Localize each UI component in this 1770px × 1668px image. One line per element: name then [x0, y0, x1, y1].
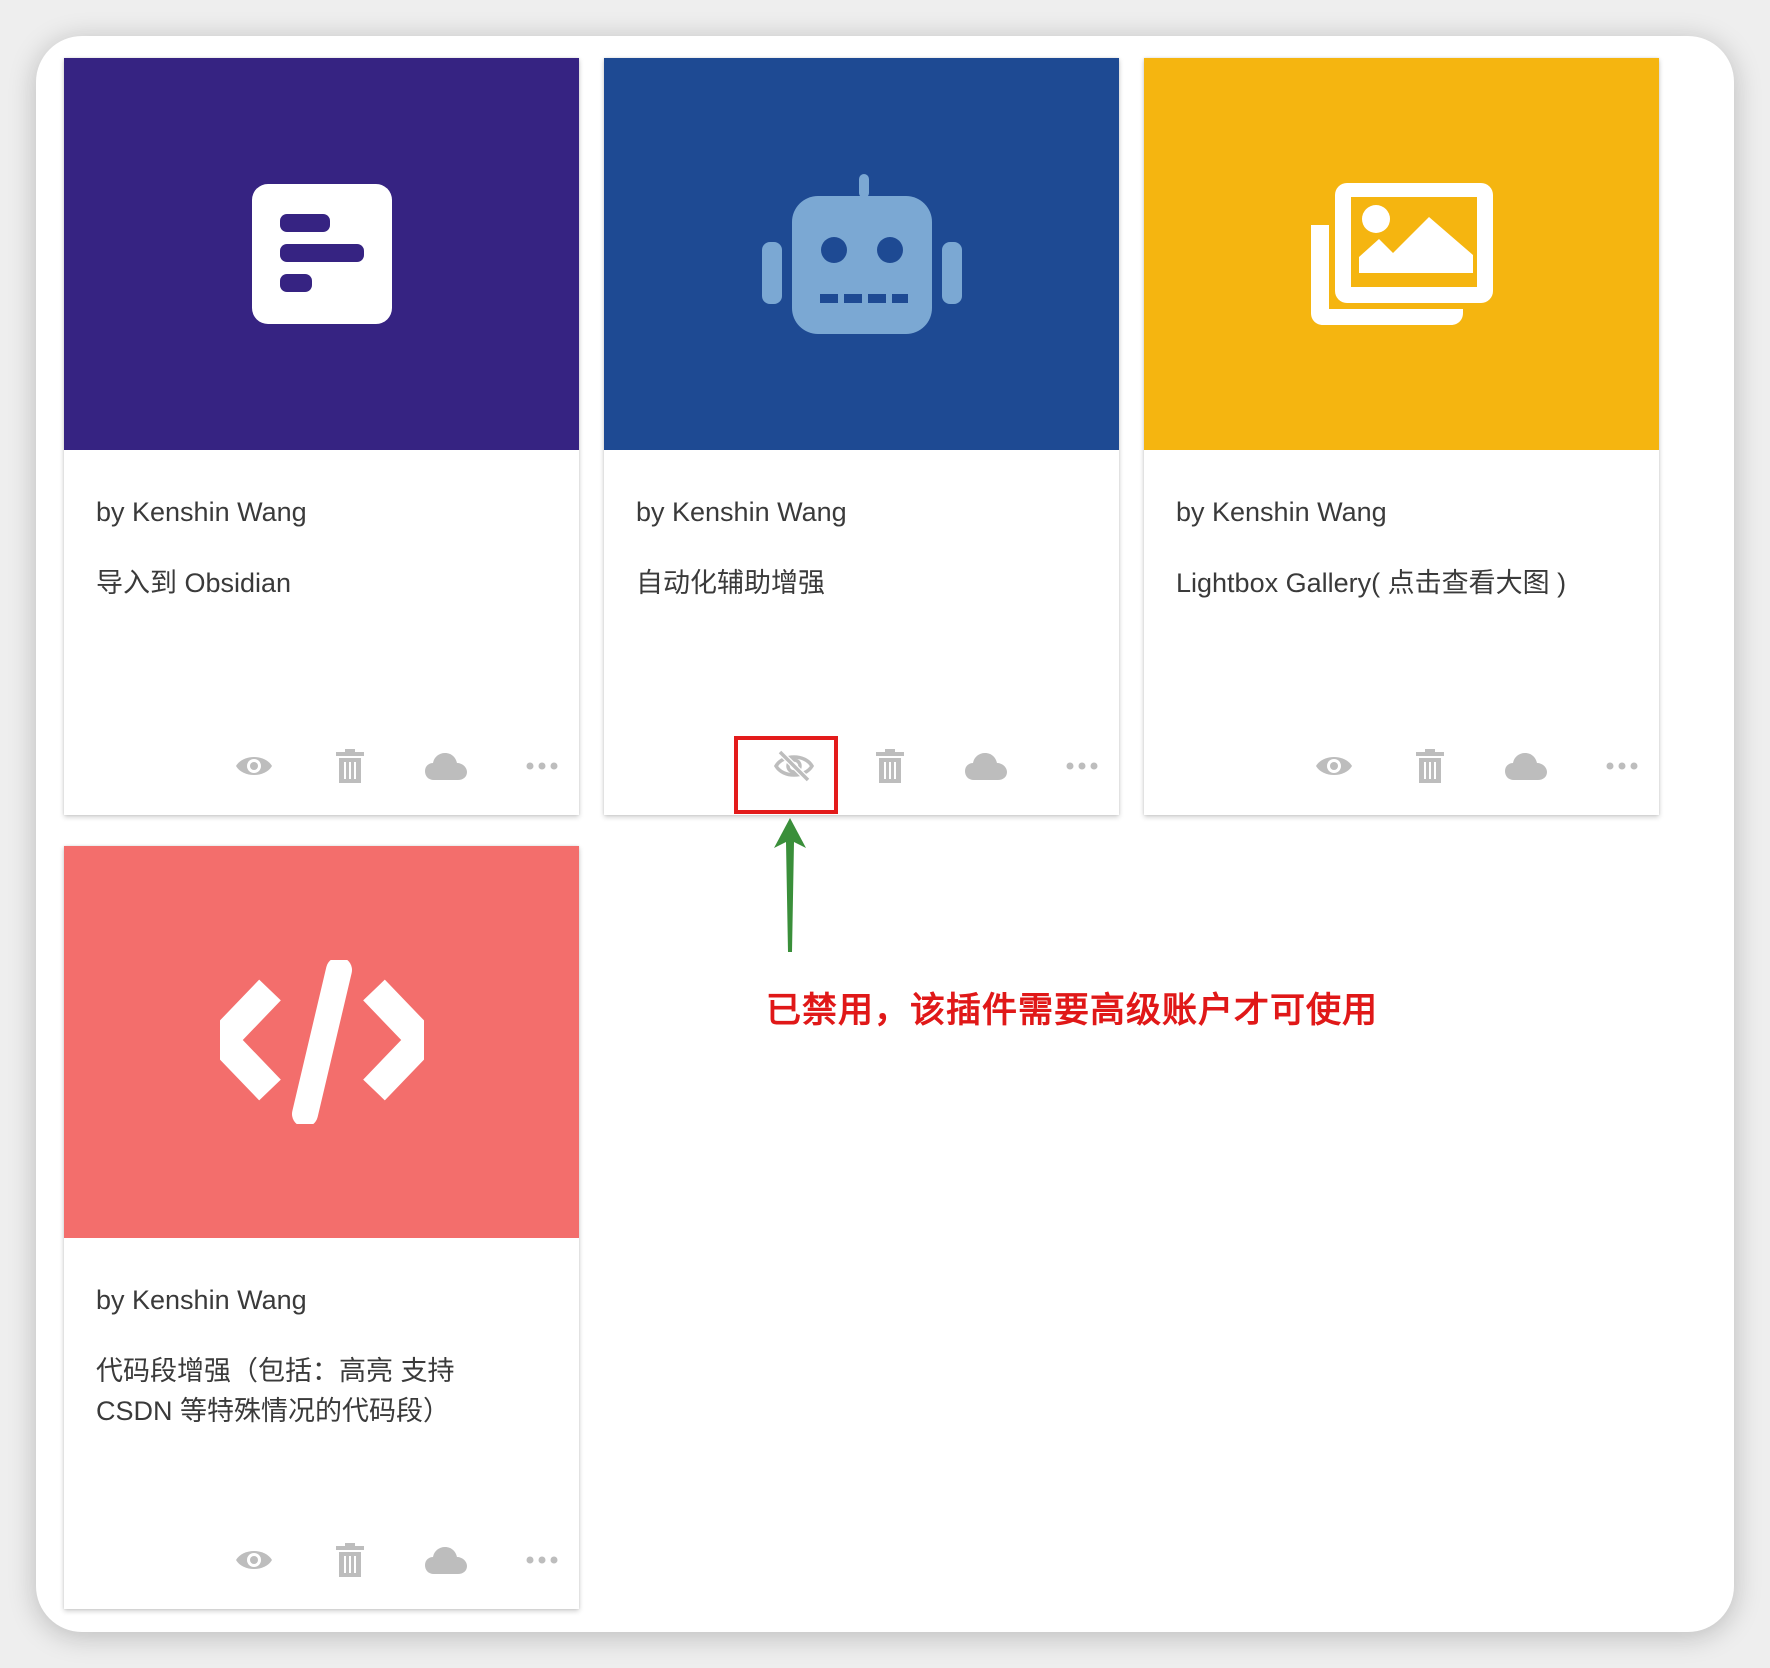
card-actions [604, 738, 1119, 794]
images-icon [1310, 183, 1493, 325]
more-button[interactable] [1054, 738, 1110, 794]
eye-icon [236, 757, 272, 775]
card-author: by Kenshin Wang [96, 1285, 307, 1315]
card-actions [64, 1532, 579, 1588]
trash-icon [1416, 749, 1444, 783]
card-hero [64, 846, 579, 1238]
plugin-card-lightbox[interactable]: by Kenshin Wang Lightbox Gallery( 点击查看大图… [1144, 58, 1659, 815]
obsidian-document-icon [251, 184, 392, 324]
cloud-icon [965, 753, 1007, 780]
card-author: by Kenshin Wang [96, 497, 307, 527]
cloud-icon [1505, 753, 1547, 780]
sync-button[interactable] [418, 738, 474, 794]
card-hero [64, 58, 579, 450]
sync-button[interactable] [1498, 738, 1554, 794]
delete-button[interactable] [322, 738, 378, 794]
eye-icon [1316, 757, 1352, 775]
more-icon [526, 1556, 558, 1564]
card-description: Lightbox Gallery( 点击查看大图 ) [1176, 568, 1567, 598]
card-hero [1144, 58, 1659, 450]
card-description: 代码段增强（包括：高亮 支持 CSDN 等特殊情况的代码段） [96, 1356, 455, 1426]
annotation-arrow [774, 818, 806, 952]
more-button[interactable] [514, 738, 570, 794]
card-author: by Kenshin Wang [636, 497, 847, 527]
card-actions [1144, 738, 1659, 794]
sync-button[interactable] [958, 738, 1014, 794]
preview-button[interactable] [226, 738, 282, 794]
preview-button[interactable] [226, 1532, 282, 1588]
more-icon [1066, 762, 1098, 770]
trash-icon [336, 1543, 364, 1577]
card-description: 导入到 Obsidian [96, 568, 292, 598]
annotation-highlight-box [734, 736, 838, 814]
eye-icon [236, 1551, 272, 1569]
card-author: by Kenshin Wang [1176, 497, 1387, 527]
delete-button[interactable] [1402, 738, 1458, 794]
card-hero [604, 58, 1119, 450]
trash-icon [336, 749, 364, 783]
cloud-icon [425, 753, 467, 780]
more-button[interactable] [514, 1532, 570, 1588]
delete-button[interactable] [862, 738, 918, 794]
preview-button[interactable] [1306, 738, 1362, 794]
delete-button[interactable] [322, 1532, 378, 1588]
plugin-card-automation[interactable]: by Kenshin Wang 自动化辅助增强 [604, 58, 1119, 815]
robot-icon [761, 174, 962, 334]
plugin-card-obsidian[interactable]: by Kenshin Wang 导入到 Obsidian [64, 58, 579, 815]
code-icon [219, 960, 424, 1124]
sync-button[interactable] [418, 1532, 474, 1588]
plugin-card-code[interactable]: by Kenshin Wang 代码段增强（包括：高亮 支持 CSDN 等特殊情… [64, 846, 579, 1609]
card-description: 自动化辅助增强 [636, 568, 825, 598]
more-icon [526, 762, 558, 770]
annotation-note: 已禁用，该插件需要高级账户才可使用 [766, 991, 1379, 1030]
more-icon [1606, 762, 1638, 770]
trash-icon [876, 749, 904, 783]
card-actions [64, 738, 579, 794]
more-button[interactable] [1594, 738, 1650, 794]
cloud-icon [425, 1547, 467, 1574]
